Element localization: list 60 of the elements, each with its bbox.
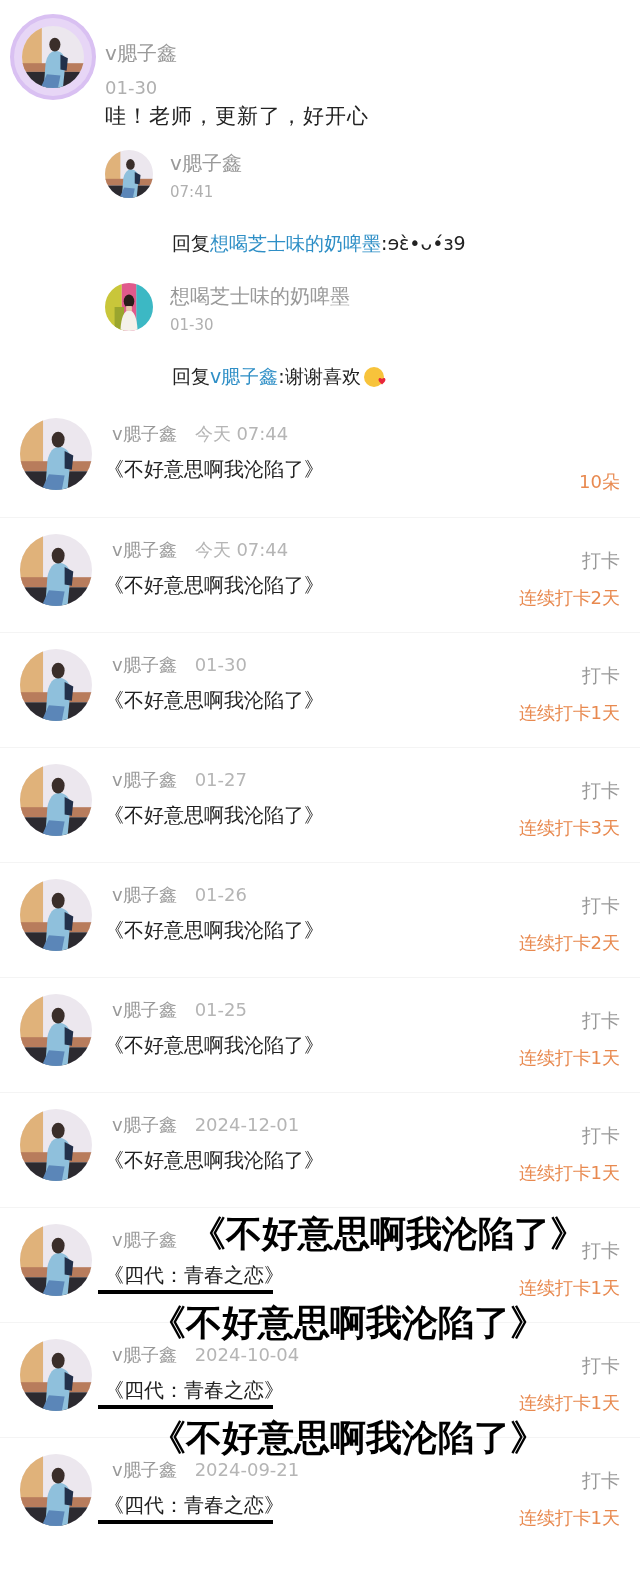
mention-link[interactable]: 想喝芝士味的奶啤墨: [210, 232, 381, 254]
entry-time: 今天 07:44: [194, 422, 289, 446]
reward-label: 连续打卡1天: [518, 701, 620, 725]
checkin-label: 打卡: [582, 663, 620, 688]
entry-time: 01-27: [194, 769, 247, 790]
reply-text: 回复想喝芝士味的奶啤墨:ɘɛ̀•ᴗ•́ɜ9: [172, 231, 466, 256]
book-title: 《不好意思啊我沦陷了》: [104, 456, 324, 483]
reply-time: 07:41: [170, 183, 215, 201]
reward-label: 10朵: [579, 470, 620, 494]
reward-label: 连续打卡3天: [518, 816, 620, 840]
comment-text: 哇！老师，更新了，好开心: [105, 103, 370, 130]
username: v腮子鑫: [105, 40, 178, 67]
overlay-caption: 《不好意思啊我沦陷了》: [150, 1301, 546, 1345]
book-title: 《不好意思啊我沦陷了》: [104, 1147, 324, 1174]
reward-label: 连续打卡2天: [518, 586, 620, 610]
username: v腮子鑫: [112, 422, 177, 446]
checkin-label: 打卡: [582, 1123, 620, 1148]
username: v腮子鑫: [112, 1113, 177, 1137]
checkin-label: 打卡: [582, 1468, 620, 1493]
checkin-label: 打卡: [582, 1353, 620, 1378]
username: v腮子鑫: [112, 1228, 177, 1252]
overlay-caption: 《不好意思啊我沦陷了》: [150, 1416, 546, 1460]
reply-text: 回复v腮子鑫:谢谢喜欢: [172, 364, 361, 389]
book-title: 《四代：青春之恋》: [104, 1492, 284, 1519]
comment-date: 01-30: [105, 77, 159, 98]
reward-label: 连续打卡2天: [518, 931, 620, 955]
reward-label: 连续打卡1天: [518, 1506, 620, 1530]
book-title: 《四代：青春之恋》: [104, 1377, 284, 1404]
book-title: 《不好意思啊我沦陷了》: [104, 572, 324, 599]
entry-time: 01-25: [194, 999, 247, 1020]
reward-label: 连续打卡1天: [518, 1391, 620, 1415]
mention-link[interactable]: v腮子鑫: [210, 365, 279, 387]
username: v腮子鑫: [112, 768, 177, 792]
entry-time: 2024-09-21: [194, 1459, 300, 1480]
username: v腮子鑫: [112, 653, 177, 677]
reply-time: 01-30: [170, 316, 215, 334]
reward-label: 连续打卡1天: [518, 1161, 620, 1185]
book-title: 《不好意思啊我沦陷了》: [104, 917, 324, 944]
reward-label: 连续打卡1天: [518, 1276, 620, 1300]
checkin-label: 打卡: [582, 778, 620, 803]
entry-time: 01-30: [194, 654, 247, 675]
checkin-label: 打卡: [582, 1008, 620, 1033]
book-title: 《不好意思啊我沦陷了》: [104, 687, 324, 714]
reward-label: 连续打卡1天: [518, 1046, 620, 1070]
book-title: 《不好意思啊我沦陷了》: [104, 1032, 324, 1059]
book-title: 《不好意思啊我沦陷了》: [104, 802, 324, 829]
username: v腮子鑫: [170, 150, 242, 177]
username: v腮子鑫: [112, 1458, 177, 1482]
checkin-label: 打卡: [582, 893, 620, 918]
username: v腮子鑫: [112, 538, 177, 562]
username: v腮子鑫: [112, 998, 177, 1022]
entry-time: 2024-10-04: [194, 1344, 300, 1365]
entry-time: 01-26: [194, 884, 247, 905]
book-title: 《四代：青春之恋》: [104, 1262, 284, 1289]
username: v腮子鑫: [112, 1343, 177, 1367]
entry-time: 今天 07:44: [194, 538, 289, 562]
checkin-label: 打卡: [582, 548, 620, 573]
entry-time: 2024-12-01: [194, 1114, 300, 1135]
username: 想喝芝士味的奶啤墨: [170, 283, 350, 310]
username: v腮子鑫: [112, 883, 177, 907]
